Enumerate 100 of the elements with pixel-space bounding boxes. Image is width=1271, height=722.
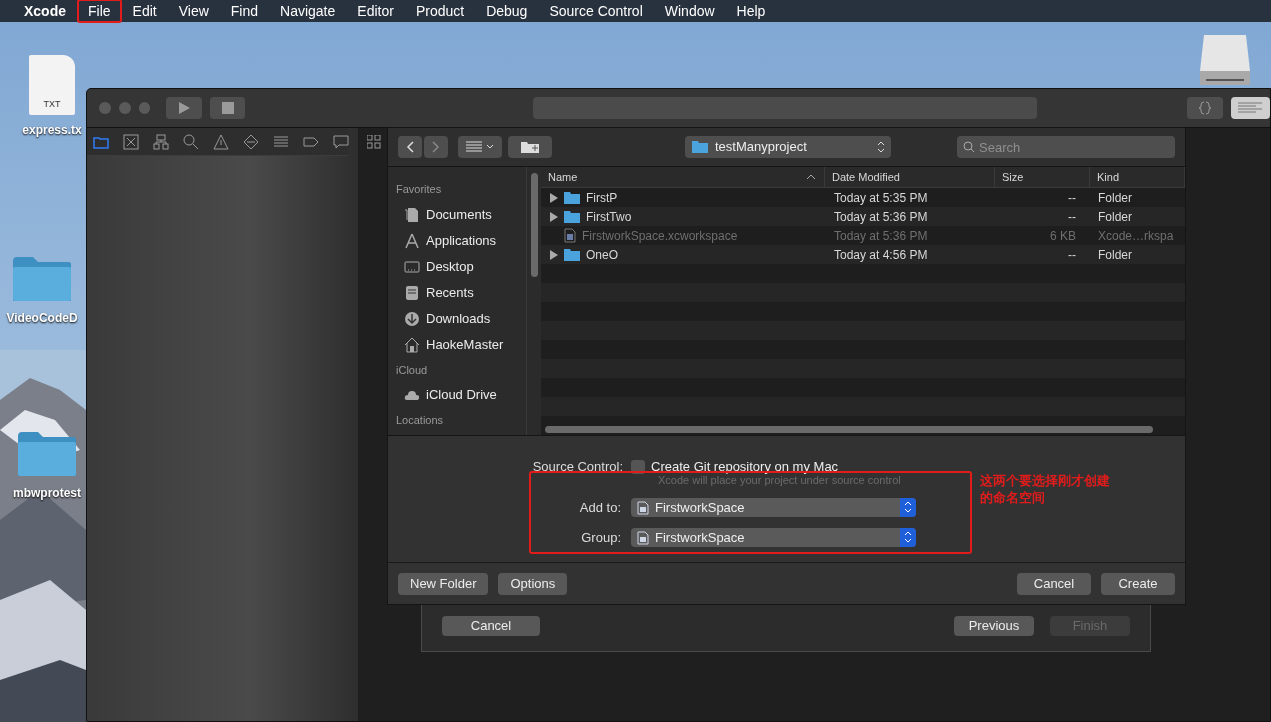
text-file-icon[interactable]: TXT: [29, 55, 75, 115]
checkbox-label: Create Git repository on my Mac: [651, 458, 839, 476]
column-header[interactable]: Kind: [1090, 167, 1185, 187]
table-cell-text: --: [1067, 246, 1077, 264]
editor-button[interactable]: [1230, 97, 1270, 119]
scrollbar-thumb[interactable]: [531, 173, 539, 277]
menu-item[interactable]: Edit: [121, 0, 168, 23]
folder-icon: [564, 248, 580, 261]
stop-icon: [221, 102, 234, 114]
folder-plus-icon: [520, 140, 540, 154]
table-cell-text: Today at 5:36 PM: [833, 227, 929, 245]
sheet-button[interactable]: Cancel: [442, 615, 540, 636]
location-popup[interactable]: testManyproject: [685, 136, 891, 158]
table-cell-text: Folder: [1097, 208, 1132, 226]
file-label: express.tx: [22, 122, 82, 139]
run-button[interactable]: [166, 97, 202, 119]
disclosure-icon[interactable]: [550, 249, 558, 260]
folder-icon: [564, 210, 580, 223]
scrollbar-thumb[interactable]: [545, 426, 1153, 433]
house-icon: [404, 336, 420, 353]
file-label: VideoCodeD: [6, 310, 78, 327]
menu-item[interactable]: Navigate: [269, 0, 347, 23]
download-icon: [404, 310, 420, 327]
list-icon[interactable]: [273, 133, 289, 150]
sidebar-item[interactable]: Recents: [388, 279, 527, 306]
grid-icon[interactable]: [367, 135, 381, 149]
square-x-icon[interactable]: [123, 133, 139, 150]
app-menu[interactable]: Xcode: [13, 0, 77, 23]
table-cell-text: 6 KB: [1049, 227, 1077, 245]
search-icon[interactable]: [183, 133, 199, 150]
sidebar-item[interactable]: Applications: [388, 227, 527, 254]
sheet-button[interactable]: Previous: [954, 615, 1034, 636]
table-cell-text: Today at 5:36 PM: [833, 208, 929, 226]
chevron-right-icon: [432, 141, 440, 153]
dialog-button[interactable]: Create: [1101, 572, 1175, 595]
chat-icon[interactable]: [333, 133, 349, 150]
sidebar-item[interactable]: Desktop: [388, 253, 527, 280]
menu-item[interactable]: Debug: [475, 0, 539, 23]
column-header[interactable]: Size: [995, 167, 1090, 187]
sidebar-heading: Locations: [395, 413, 445, 428]
recents-icon: [404, 284, 420, 301]
folder-icon: [564, 191, 580, 204]
menu-item[interactable]: Help: [725, 0, 777, 23]
folder-icon[interactable]: [16, 430, 78, 478]
file-name[interactable]: FirstTwo: [586, 207, 632, 226]
window-control[interactable]: [118, 102, 131, 114]
menu-item[interactable]: View: [167, 0, 220, 23]
column-header[interactable]: Date Modified: [825, 167, 995, 187]
play-icon: [177, 101, 192, 115]
folder-icon: [691, 140, 709, 154]
dialog-button[interactable]: Cancel: [1017, 572, 1091, 595]
workspace-file-icon: [564, 228, 576, 243]
caret-icon: [486, 144, 494, 150]
back-button[interactable]: [398, 136, 422, 158]
sidebar-item[interactable]: Documents: [388, 201, 527, 228]
popup-button[interactable]: FirstworkSpace: [631, 528, 916, 547]
file-label: mbwprotest: [13, 485, 81, 502]
new-folder-button[interactable]: [508, 136, 552, 158]
table-cell-text: Today at 5:35 PM: [833, 189, 929, 207]
file-name[interactable]: OneO: [586, 245, 618, 264]
menu-item[interactable]: Window: [653, 0, 726, 23]
column-header[interactable]: Name: [541, 167, 825, 187]
form-label: Group:: [580, 528, 622, 547]
stepper-icon: [904, 501, 912, 513]
sidebar-item[interactable]: Downloads: [388, 305, 527, 332]
forward-button[interactable]: [424, 136, 448, 158]
search-field[interactable]: Search: [957, 136, 1175, 158]
sidebar-item[interactable]: iCloud Drive: [388, 382, 527, 408]
menu-item[interactable]: Product: [404, 0, 476, 23]
warning-icon[interactable]: [213, 133, 229, 150]
disclosure-icon[interactable]: [550, 211, 558, 222]
menu-item[interactable]: File: [77, 0, 122, 23]
view-mode-button[interactable]: [458, 136, 502, 158]
sidebar-heading: Favorites: [395, 182, 443, 197]
file-type-label: TXT: [43, 97, 61, 111]
window-control[interactable]: [138, 102, 151, 114]
menu-item[interactable]: Find: [219, 0, 270, 23]
diamond-icon[interactable]: [243, 133, 259, 150]
stepper-icon: [877, 141, 885, 153]
table-cell-text: Folder: [1097, 246, 1132, 264]
file-name[interactable]: FirstP: [586, 188, 618, 207]
braces-icon: [1198, 101, 1211, 115]
menu-item[interactable]: Source Control: [538, 0, 654, 23]
hierarchy-icon[interactable]: [153, 133, 169, 150]
sidebar-item[interactable]: HaokeMaster: [388, 331, 527, 358]
desktop-icon: [404, 258, 420, 275]
list-icon: [466, 141, 482, 153]
dialog-button[interactable]: New Folder: [398, 572, 489, 595]
table-cell-text: Xcode…rkspa: [1097, 227, 1174, 245]
stop-button[interactable]: [209, 97, 246, 119]
dialog-button[interactable]: Options: [498, 572, 568, 595]
window-control[interactable]: [99, 102, 111, 114]
menu-item[interactable]: Editor: [346, 0, 405, 23]
workspace-file-icon: [637, 530, 649, 545]
stepper-icon: [904, 531, 912, 543]
popup-button[interactable]: FirstworkSpace: [631, 498, 916, 517]
disclosure-icon[interactable]: [550, 192, 558, 203]
code-review-button[interactable]: [1187, 97, 1223, 119]
form-label: Add to:: [578, 498, 622, 517]
drive-icon[interactable]: [1198, 33, 1252, 87]
